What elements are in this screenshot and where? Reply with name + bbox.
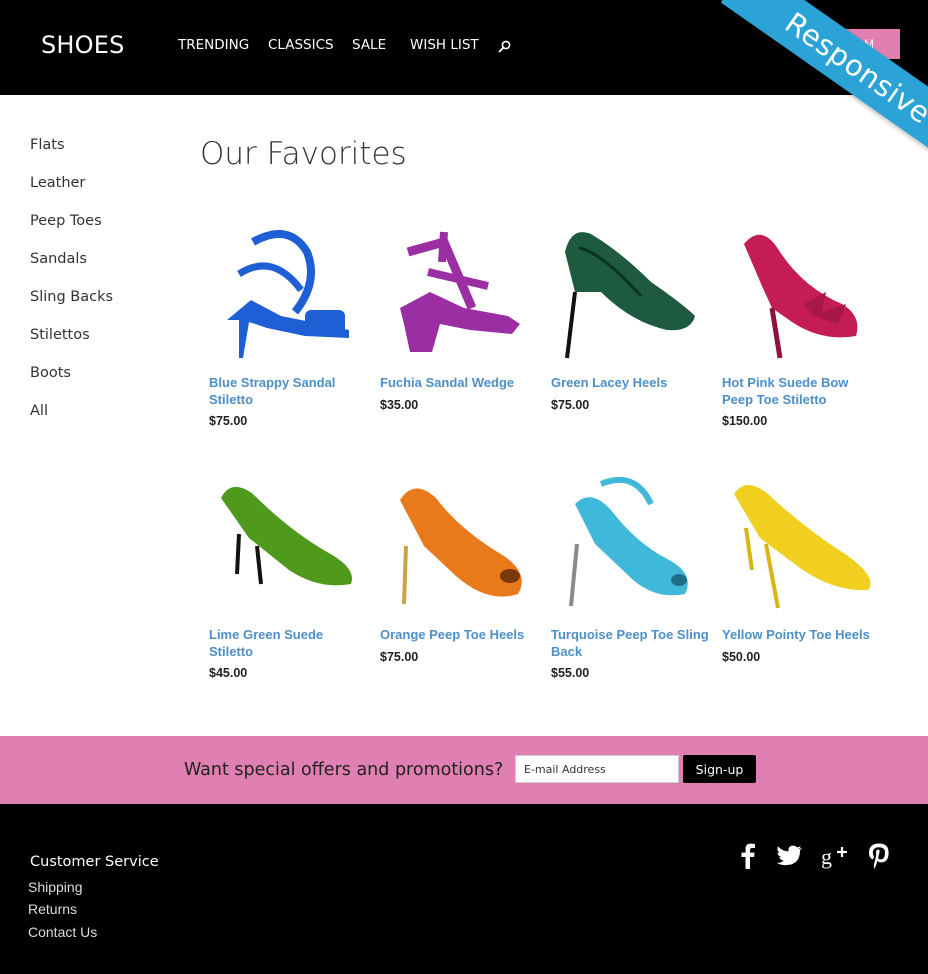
promo-text: Want special offers and promotions? bbox=[184, 760, 504, 780]
product-price: $45.00 bbox=[209, 666, 248, 680]
footer-link-returns[interactable]: Returns bbox=[28, 901, 77, 917]
footer-link-shipping[interactable]: Shipping bbox=[28, 879, 83, 895]
google-plus-icon[interactable]: g bbox=[820, 842, 848, 870]
responsive-ribbon: Responsive bbox=[668, 0, 928, 170]
facebook-icon[interactable] bbox=[734, 842, 762, 870]
nav-classics[interactable]: CLASSICS bbox=[268, 37, 334, 53]
shoe-image[interactable] bbox=[722, 212, 882, 362]
product-name[interactable]: Green Lacey Heels bbox=[551, 374, 711, 391]
site-footer: Customer Service Shipping Returns Contac… bbox=[0, 804, 928, 974]
product-price: $55.00 bbox=[551, 666, 590, 680]
footer-title: Customer Service bbox=[30, 854, 159, 870]
ribbon-label: Responsive bbox=[720, 0, 928, 170]
signup-button[interactable]: Sign-up bbox=[683, 755, 756, 783]
shoe-image[interactable] bbox=[380, 464, 540, 614]
pinterest-icon[interactable] bbox=[865, 842, 893, 870]
twitter-icon[interactable] bbox=[776, 842, 804, 870]
magnifier-icon[interactable] bbox=[498, 39, 512, 53]
nav-wish-list[interactable]: WISH LIST bbox=[410, 37, 479, 53]
sidebar-item-all[interactable]: All bbox=[30, 403, 48, 419]
product-price: $75.00 bbox=[209, 414, 248, 428]
footer-link-contact-us[interactable]: Contact Us bbox=[28, 924, 97, 940]
product-name[interactable]: Turquoise Peep Toe Sling Back bbox=[551, 626, 711, 660]
sidebar-item-leather[interactable]: Leather bbox=[30, 175, 85, 191]
shoe-image[interactable] bbox=[209, 464, 369, 614]
header-cart-button[interactable]: M bbox=[838, 29, 900, 59]
shoe-image[interactable] bbox=[209, 212, 369, 362]
product-price: $150.00 bbox=[722, 414, 768, 428]
page-title: Our Favorites bbox=[200, 136, 407, 172]
product-name[interactable]: Fuchia Sandal Wedge bbox=[380, 374, 540, 391]
shoe-image[interactable] bbox=[551, 212, 711, 362]
shoe-image[interactable] bbox=[380, 212, 540, 362]
sidebar-item-flats[interactable]: Flats bbox=[30, 137, 65, 153]
product-name[interactable]: Orange Peep Toe Heels bbox=[380, 626, 540, 643]
svg-text:g: g bbox=[821, 844, 832, 869]
sidebar-item-sling-backs[interactable]: Sling Backs bbox=[30, 289, 113, 305]
shoe-image[interactable] bbox=[551, 464, 711, 614]
product-name[interactable]: Yellow Pointy Toe Heels bbox=[722, 626, 882, 643]
nav-sale[interactable]: SALE bbox=[352, 37, 386, 53]
product-price: $50.00 bbox=[722, 650, 761, 664]
email-field[interactable] bbox=[515, 755, 679, 783]
site-header: SHOES TRENDING CLASSICS SALE WISH LIST M… bbox=[0, 0, 928, 170]
shoe-image[interactable] bbox=[722, 464, 882, 614]
product-name[interactable]: Lime Green Suede Stiletto bbox=[209, 626, 369, 660]
product-name[interactable]: Hot Pink Suede Bow Peep Toe Stiletto bbox=[722, 374, 882, 408]
sidebar-item-boots[interactable]: Boots bbox=[30, 365, 71, 381]
nav-trending[interactable]: TRENDING bbox=[178, 37, 249, 53]
site-logo[interactable]: SHOES bbox=[41, 31, 125, 59]
sidebar-item-peep-toes[interactable]: Peep Toes bbox=[30, 213, 102, 229]
promo-band: Want special offers and promotions? Sign… bbox=[0, 736, 928, 804]
product-price: $75.00 bbox=[551, 398, 590, 412]
product-name[interactable]: Blue Strappy Sandal Stiletto bbox=[209, 374, 369, 408]
product-price: $75.00 bbox=[380, 650, 419, 664]
product-price: $35.00 bbox=[380, 398, 419, 412]
sidebar-item-sandals[interactable]: Sandals bbox=[30, 251, 87, 267]
sidebar-item-stilettos[interactable]: Stilettos bbox=[30, 327, 90, 343]
